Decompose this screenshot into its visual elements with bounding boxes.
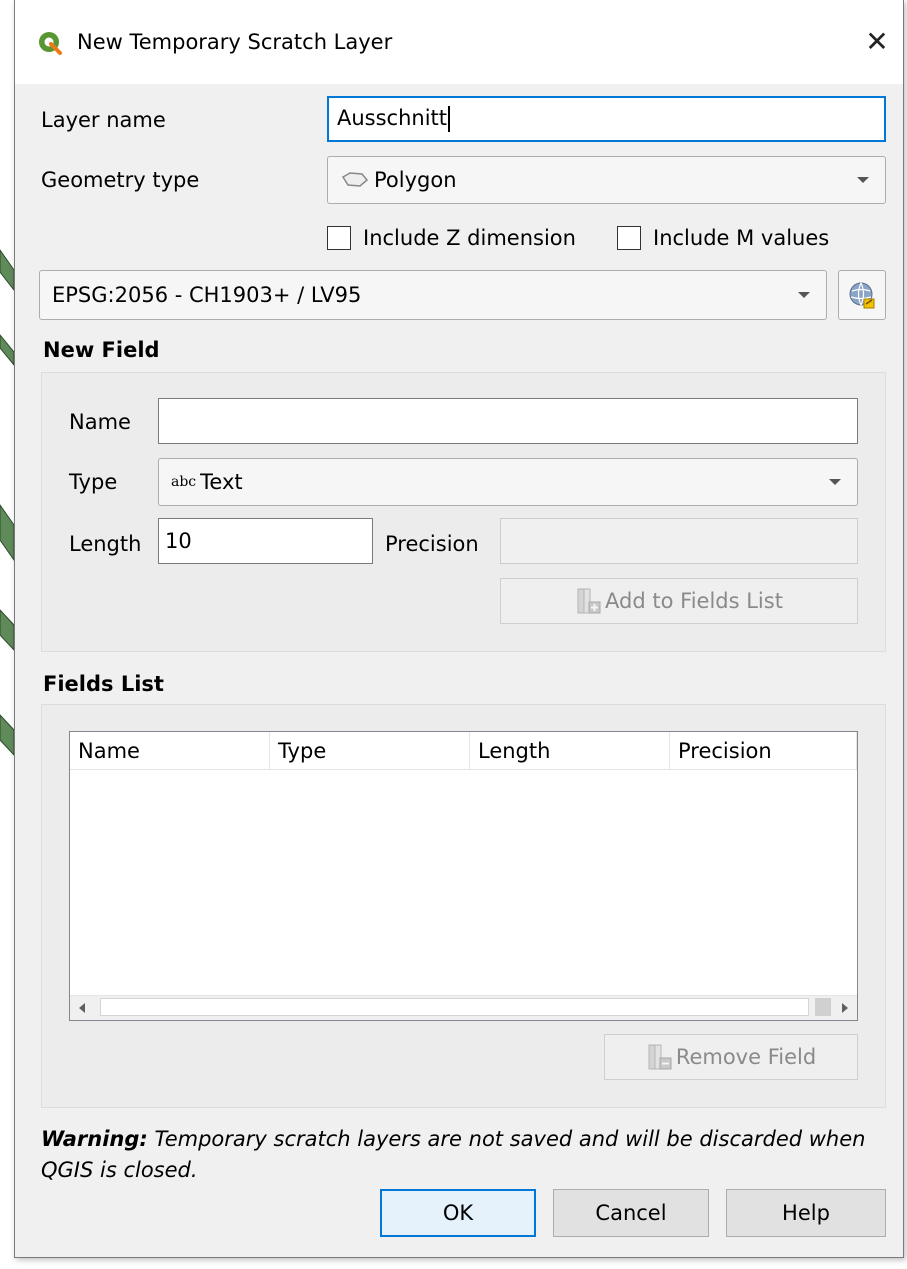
add-to-fields-list-button[interactable]: Add to Fields List — [500, 578, 858, 624]
text-type-icon: abc — [171, 474, 197, 490]
chevron-down-icon — [798, 292, 810, 298]
layer-name-label: Layer name — [41, 108, 166, 132]
field-type-combobox[interactable]: abc Text — [158, 458, 858, 506]
crs-globe-icon — [849, 282, 875, 309]
geometry-type-value: Polygon — [374, 168, 457, 192]
warning-prefix: Warning: — [41, 1127, 148, 1151]
field-type-label: Type — [69, 470, 118, 494]
close-icon: ✕ — [865, 24, 889, 58]
title-bar[interactable]: New Temporary Scratch Layer ✕ — [15, 0, 903, 84]
column-header-length[interactable]: Length — [470, 732, 670, 770]
field-length-input[interactable]: 10 — [158, 518, 373, 564]
warning-text: Temporary scratch layers are not saved a… — [41, 1127, 866, 1182]
warning-message: Warning: Temporary scratch layers are no… — [41, 1124, 891, 1186]
scroll-right-arrow-icon[interactable] — [842, 1003, 848, 1013]
add-field-icon — [577, 588, 601, 614]
geometry-type-label: Geometry type — [41, 168, 200, 192]
field-length-label: Length — [69, 532, 142, 556]
fields-list-section-title: Fields List — [43, 672, 164, 696]
chevron-down-icon — [829, 479, 841, 485]
remove-field-icon — [648, 1044, 672, 1070]
help-button[interactable]: Help — [726, 1189, 886, 1237]
fields-table[interactable]: Name Type Length Precision — [69, 731, 858, 1021]
close-button[interactable]: ✕ — [851, 18, 903, 64]
new-scratch-layer-dialog: New Temporary Scratch Layer ✕ Layer name… — [14, 0, 904, 1258]
include-z-label[interactable]: Include Z dimension — [363, 226, 576, 250]
include-z-checkbox[interactable] — [327, 226, 351, 250]
scrollbar-track[interactable] — [100, 998, 809, 1016]
include-m-checkbox[interactable] — [617, 226, 641, 250]
chevron-down-icon — [857, 177, 869, 183]
field-type-value: Text — [200, 470, 243, 494]
geometry-type-combobox[interactable]: Polygon — [327, 156, 886, 204]
scroll-left-arrow-icon[interactable] — [79, 1003, 85, 1013]
select-crs-button[interactable] — [838, 270, 886, 320]
new-field-section-title: New Field — [43, 338, 160, 362]
cancel-button[interactable]: Cancel — [553, 1189, 709, 1237]
add-to-fields-list-label: Add to Fields List — [605, 589, 783, 613]
polygon-icon — [341, 172, 369, 187]
dialog-title: New Temporary Scratch Layer — [77, 30, 393, 54]
column-header-name[interactable]: Name — [70, 732, 270, 770]
layer-name-input[interactable]: Ausschnitt — [327, 96, 886, 142]
remove-field-label: Remove Field — [675, 1045, 817, 1069]
include-m-label[interactable]: Include M values — [653, 226, 829, 250]
field-length-value: 10 — [165, 529, 192, 553]
layer-name-value: Ausschnitt — [337, 106, 448, 130]
scrollbar-thumb[interactable] — [815, 998, 831, 1016]
crs-value: EPSG:2056 - CH1903+ / LV95 — [52, 283, 362, 307]
ok-button[interactable]: OK — [380, 1189, 536, 1237]
crs-combobox[interactable]: EPSG:2056 - CH1903+ / LV95 — [39, 270, 827, 320]
column-header-precision[interactable]: Precision — [670, 732, 857, 770]
field-precision-label: Precision — [385, 532, 479, 556]
remove-field-button[interactable]: Remove Field — [604, 1034, 858, 1080]
column-header-type[interactable]: Type — [270, 732, 470, 770]
qgis-logo-icon — [39, 32, 62, 55]
field-name-input[interactable] — [158, 398, 858, 444]
field-precision-input[interactable] — [500, 518, 858, 564]
horizontal-scrollbar[interactable] — [70, 995, 857, 1020]
text-caret — [448, 106, 451, 132]
field-name-label: Name — [69, 410, 131, 434]
